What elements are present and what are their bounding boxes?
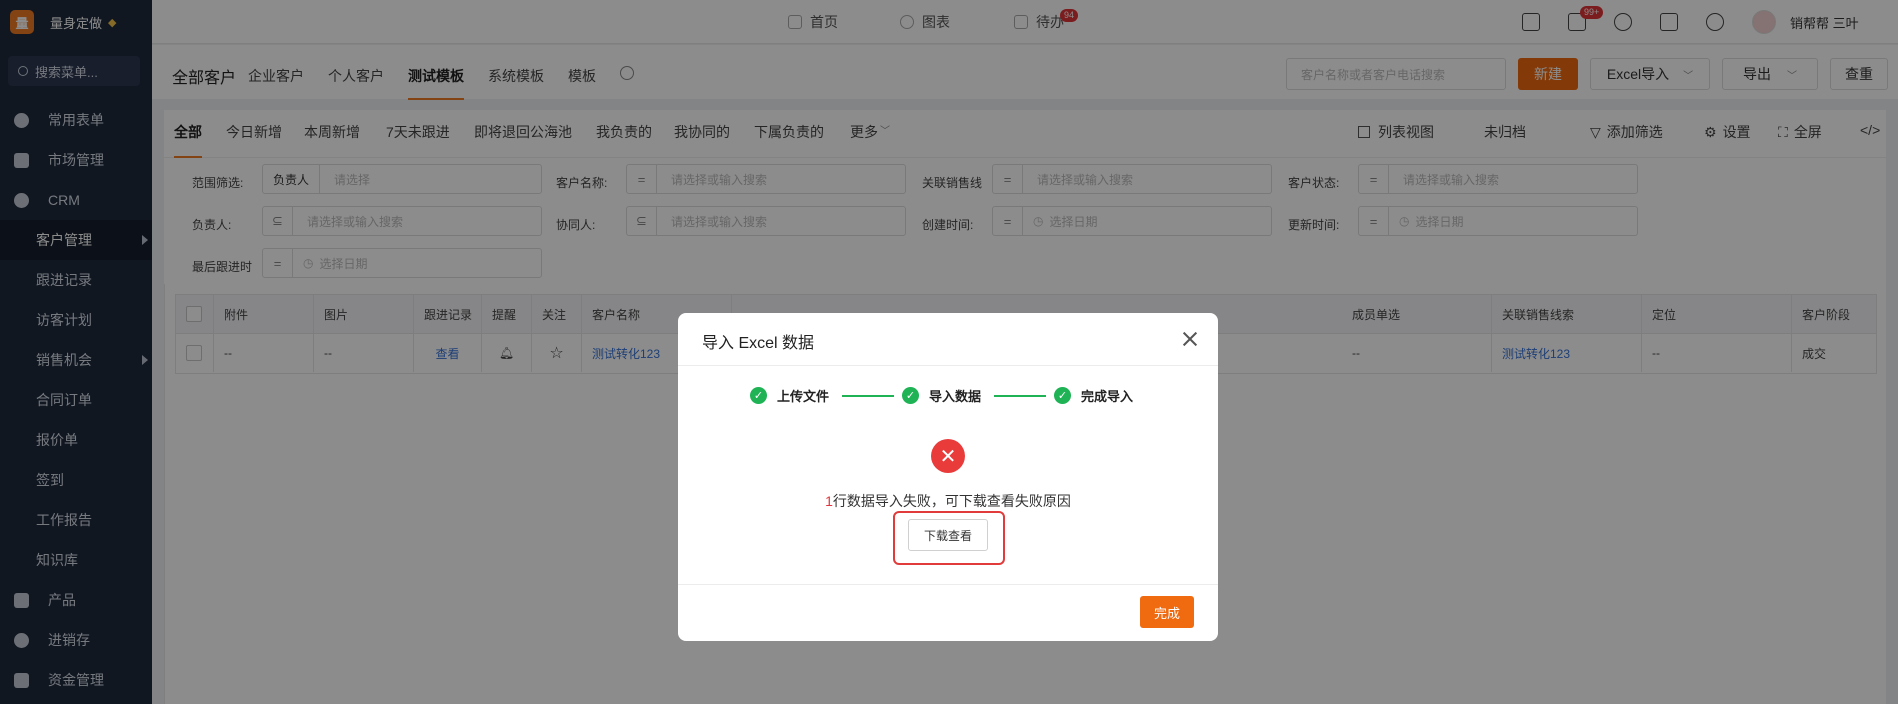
close-icon[interactable] xyxy=(1182,331,1198,347)
divider xyxy=(678,365,1218,366)
dialog-title: 导入 Excel 数据 xyxy=(702,335,815,352)
failure-text: 行数据导入失败，可下载查看失败原因 xyxy=(832,493,1071,509)
error-circle-icon: ✕ xyxy=(931,439,965,473)
step-label: 导入数据 xyxy=(929,389,982,404)
divider xyxy=(678,584,1218,585)
step-complete: ✓ 完成导入 xyxy=(1054,386,1133,405)
step-label: 完成导入 xyxy=(1081,389,1134,404)
failure-count: 1 xyxy=(825,493,833,509)
download-view-button[interactable]: 下载查看 xyxy=(908,519,988,551)
step-import: ✓ 导入数据 xyxy=(902,386,981,405)
import-excel-dialog: 导入 Excel 数据 ✓ 上传文件 ✓ 导入数据 ✓ 完成导入 ✕ 1行数据导… xyxy=(678,313,1218,641)
failure-message: 1行数据导入失败，可下载查看失败原因 xyxy=(678,491,1218,511)
step-upload: ✓ 上传文件 xyxy=(750,386,829,405)
step-label: 上传文件 xyxy=(777,389,830,404)
step-connector xyxy=(994,395,1046,397)
step-connector xyxy=(842,395,894,397)
check-circle-icon: ✓ xyxy=(902,387,919,404)
check-circle-icon: ✓ xyxy=(1054,387,1071,404)
done-button[interactable]: 完成 xyxy=(1140,596,1194,628)
check-circle-icon: ✓ xyxy=(750,387,767,404)
